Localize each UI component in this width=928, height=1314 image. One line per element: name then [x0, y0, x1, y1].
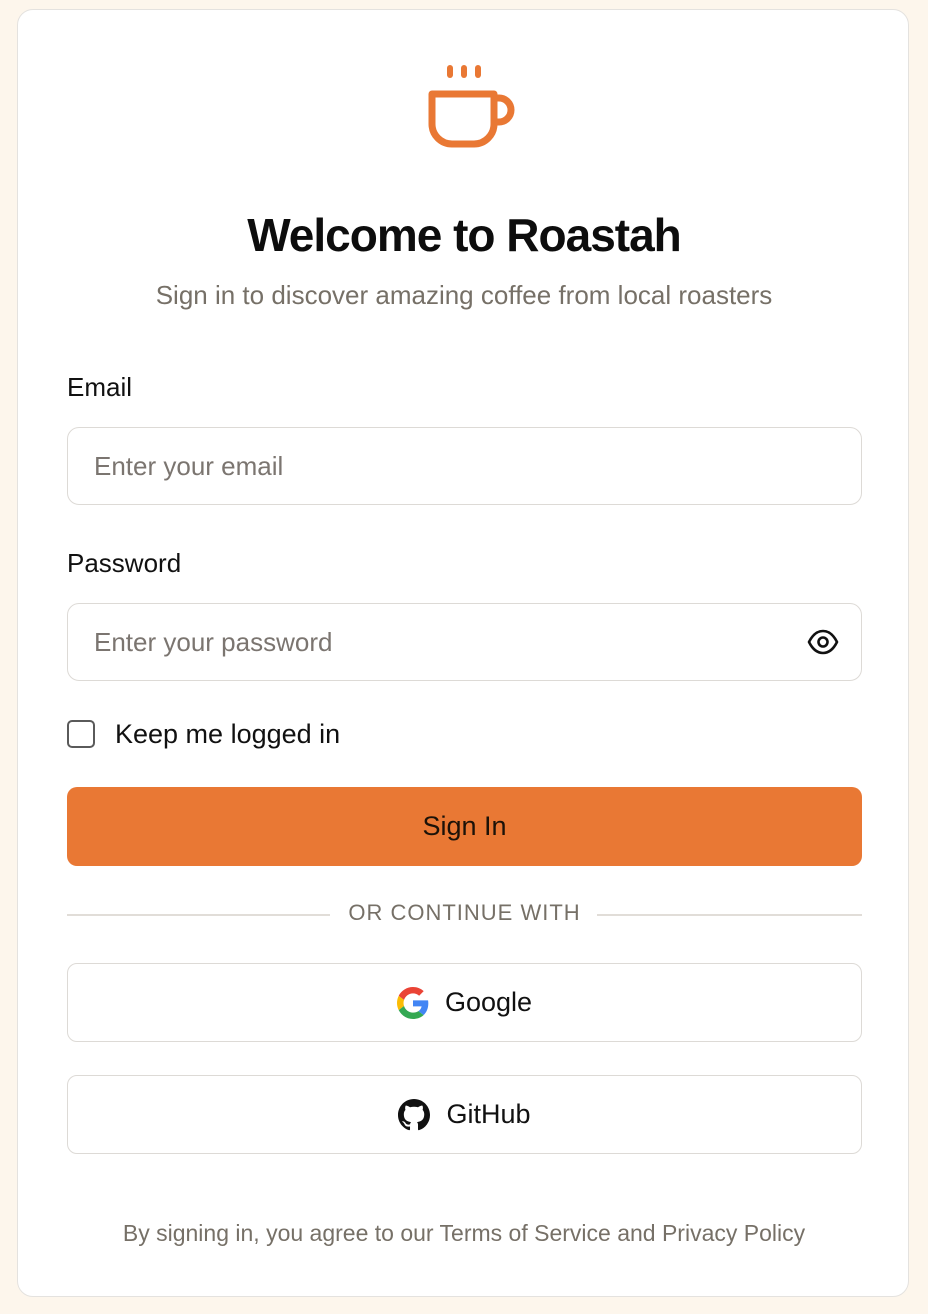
- remember-me-checkbox[interactable]: [67, 720, 95, 748]
- eye-icon[interactable]: [807, 628, 839, 656]
- email-field-wrapper: [67, 427, 862, 505]
- password-field-wrapper: [67, 603, 862, 681]
- divider-line-right: [597, 914, 862, 916]
- legal-footer: By signing in, you agree to our Terms of…: [122, 1220, 806, 1246]
- remember-me-row: Keep me logged in: [67, 718, 340, 750]
- github-sign-in-button[interactable]: GitHub: [67, 1075, 862, 1154]
- password-input[interactable]: [94, 604, 794, 680]
- password-label: Password: [67, 548, 182, 578]
- divider-text: OR CONTINUE WITH: [348, 900, 581, 925]
- sign-in-button[interactable]: Sign In: [67, 787, 862, 866]
- email-label: Email: [67, 372, 133, 402]
- login-card: Welcome to Roastah Sign in to discover a…: [17, 9, 909, 1297]
- google-sign-in-button[interactable]: Google: [67, 963, 862, 1042]
- page-title: Welcome to Roastah: [247, 209, 682, 261]
- page-subtitle: Sign in to discover amazing coffee from …: [155, 280, 773, 310]
- remember-me-label[interactable]: Keep me logged in: [115, 719, 340, 750]
- social-divider: OR CONTINUE WITH: [67, 900, 862, 930]
- github-icon: [398, 1098, 431, 1130]
- coffee-cup-icon: [428, 65, 515, 148]
- github-button-label: GitHub: [446, 1099, 531, 1129]
- google-icon: [396, 986, 429, 1019]
- email-input[interactable]: [94, 428, 794, 504]
- google-button-label: Google: [444, 987, 533, 1017]
